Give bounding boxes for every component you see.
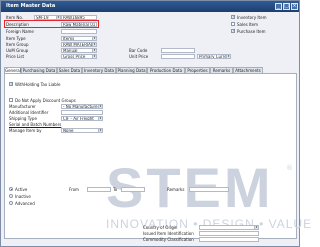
additional-identifier-label: Additional Identifier bbox=[9, 110, 49, 115]
bar-code-label: Bar Code bbox=[129, 48, 148, 53]
manufacturer-select[interactable]: - No Manufacturer - ▾ bbox=[61, 104, 103, 109]
chevron-down-icon: ▾ bbox=[254, 225, 258, 229]
chevron-down-icon: ▾ bbox=[98, 128, 102, 132]
sales-item-checkbox[interactable] bbox=[231, 22, 235, 26]
inventory-item-label: Inventory Item bbox=[237, 15, 267, 20]
country-origin-select[interactable]: ▾ bbox=[199, 225, 259, 230]
unit-price-label: Unit Price bbox=[129, 54, 149, 59]
item-group-value: RAW MATERIAL bbox=[63, 42, 94, 47]
shipping-type-value: CIF - Air Freight bbox=[63, 116, 94, 121]
maximize-icon[interactable]: □ bbox=[283, 3, 290, 10]
chevron-down-icon: ▾ bbox=[92, 36, 96, 40]
withholding-tax-label: WithHolding Tax Liable bbox=[15, 82, 61, 87]
manage-item-by-value: None bbox=[63, 128, 74, 133]
from-date-field[interactable] bbox=[87, 187, 111, 192]
title-bar[interactable]: Item Master Data _ □ × bbox=[1, 1, 299, 12]
from-label: From bbox=[69, 187, 79, 192]
service-identification-label: Issued Item Identification bbox=[143, 231, 194, 236]
item-type-value: Items bbox=[63, 36, 75, 41]
unit-price-currency-select[interactable]: Primary Curre ▾ bbox=[197, 54, 231, 59]
unit-price-field[interactable] bbox=[161, 54, 195, 59]
withholding-tax-checkbox[interactable] bbox=[9, 81, 13, 86]
close-icon[interactable]: × bbox=[291, 3, 298, 10]
minimize-icon[interactable]: _ bbox=[275, 3, 282, 10]
item-type-label: Item Type bbox=[6, 36, 26, 41]
to-label: To bbox=[113, 187, 118, 192]
service-identification-field[interactable] bbox=[199, 231, 259, 236]
additional-identifier-field[interactable] bbox=[61, 110, 103, 115]
window-title: Item Master Data bbox=[6, 3, 56, 9]
remarks-field[interactable] bbox=[189, 187, 229, 192]
status-inactive-radio[interactable] bbox=[9, 194, 13, 198]
status-advanced-label: Advanced bbox=[15, 201, 35, 206]
price-list-value: Gross Price bbox=[63, 54, 86, 59]
description-label: Description bbox=[6, 22, 29, 27]
shipping-type-label: Shipping Type bbox=[9, 116, 37, 121]
chevron-down-icon: ▾ bbox=[92, 54, 96, 58]
unit-price-currency-value: Primary Curre bbox=[199, 54, 227, 59]
chevron-down-icon: ▾ bbox=[226, 54, 230, 58]
manufacturer-label: Manufacturer bbox=[9, 104, 36, 109]
shipping-type-select[interactable]: CIF - Air Freight ▾ bbox=[61, 116, 103, 121]
bar-code-field[interactable] bbox=[161, 48, 195, 53]
chevron-down-icon: ▾ bbox=[98, 116, 102, 120]
price-list-label: Price List bbox=[6, 54, 25, 59]
status-inactive-label: Inactive bbox=[15, 194, 31, 199]
description-field[interactable]: Raw Material 01 bbox=[61, 22, 97, 27]
do-not-apply-discount-label: Do Not Apply Discount Groups bbox=[15, 98, 76, 103]
uom-group-select[interactable]: Manual ▾ bbox=[61, 48, 97, 53]
stem-watermark-logo: STEM ® INNOVATION • DESIGN • VALUE bbox=[106, 160, 311, 234]
item-master-data-window: Item Master Data _ □ × Item No. SM-19 ▾ … bbox=[0, 0, 311, 247]
to-date-field[interactable] bbox=[121, 187, 145, 192]
price-list-select[interactable]: Gross Price ▾ bbox=[61, 54, 97, 59]
sales-item-label: Sales Item bbox=[237, 22, 259, 27]
item-type-select[interactable]: Items ▾ bbox=[61, 36, 97, 41]
purchase-item-checkbox[interactable] bbox=[231, 28, 235, 33]
uom-group-label: UoM Group bbox=[6, 48, 29, 53]
item-group-select[interactable]: RAW MATERIAL ▾ bbox=[61, 42, 97, 47]
serial-batch-heading: Serial and Batch Numbers bbox=[9, 122, 62, 127]
status-active-radio[interactable] bbox=[9, 187, 13, 191]
status-active-label: Active bbox=[15, 187, 28, 192]
foreign-name-field[interactable] bbox=[61, 29, 97, 34]
manage-item-by-select[interactable]: None ▾ bbox=[61, 128, 103, 133]
commodity-classification-field[interactable] bbox=[199, 237, 259, 242]
watermark-registered: ® bbox=[286, 164, 293, 172]
chevron-down-icon: ▾ bbox=[56, 15, 60, 19]
country-origin-label: Country of Origin bbox=[143, 225, 178, 230]
manage-item-by-label: Manage Item by bbox=[9, 128, 42, 133]
do-not-apply-discount-checkbox[interactable] bbox=[9, 98, 13, 102]
remarks-label: Remarks bbox=[167, 187, 185, 192]
item-group-label: Item Group bbox=[6, 42, 29, 47]
purchase-item-label: Purchase Item bbox=[237, 29, 266, 34]
foreign-name-label: Foreign Name bbox=[6, 29, 34, 34]
general-tab-panel: STEM ® INNOVATION • DESIGN • VALUE WithH… bbox=[4, 73, 311, 242]
uom-group-value: Manual bbox=[63, 48, 78, 53]
chevron-down-icon: ▾ bbox=[92, 48, 96, 52]
commodity-classification-label: Commodity Classification bbox=[143, 237, 194, 242]
status-advanced-radio[interactable] bbox=[9, 201, 13, 205]
chevron-down-icon: ▾ bbox=[98, 104, 102, 108]
inventory-item-checkbox[interactable] bbox=[231, 14, 235, 19]
chevron-down-icon: ▾ bbox=[92, 42, 96, 46]
manufacturer-value: - No Manufacturer - bbox=[63, 104, 102, 109]
